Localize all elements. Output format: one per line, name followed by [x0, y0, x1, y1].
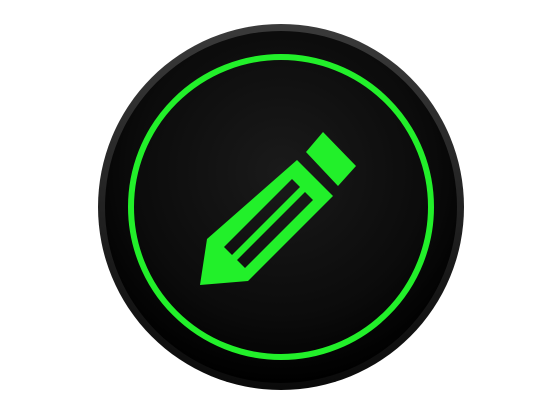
icon-stage	[0, 0, 560, 420]
edit-app-icon[interactable]	[0, 0, 560, 420]
